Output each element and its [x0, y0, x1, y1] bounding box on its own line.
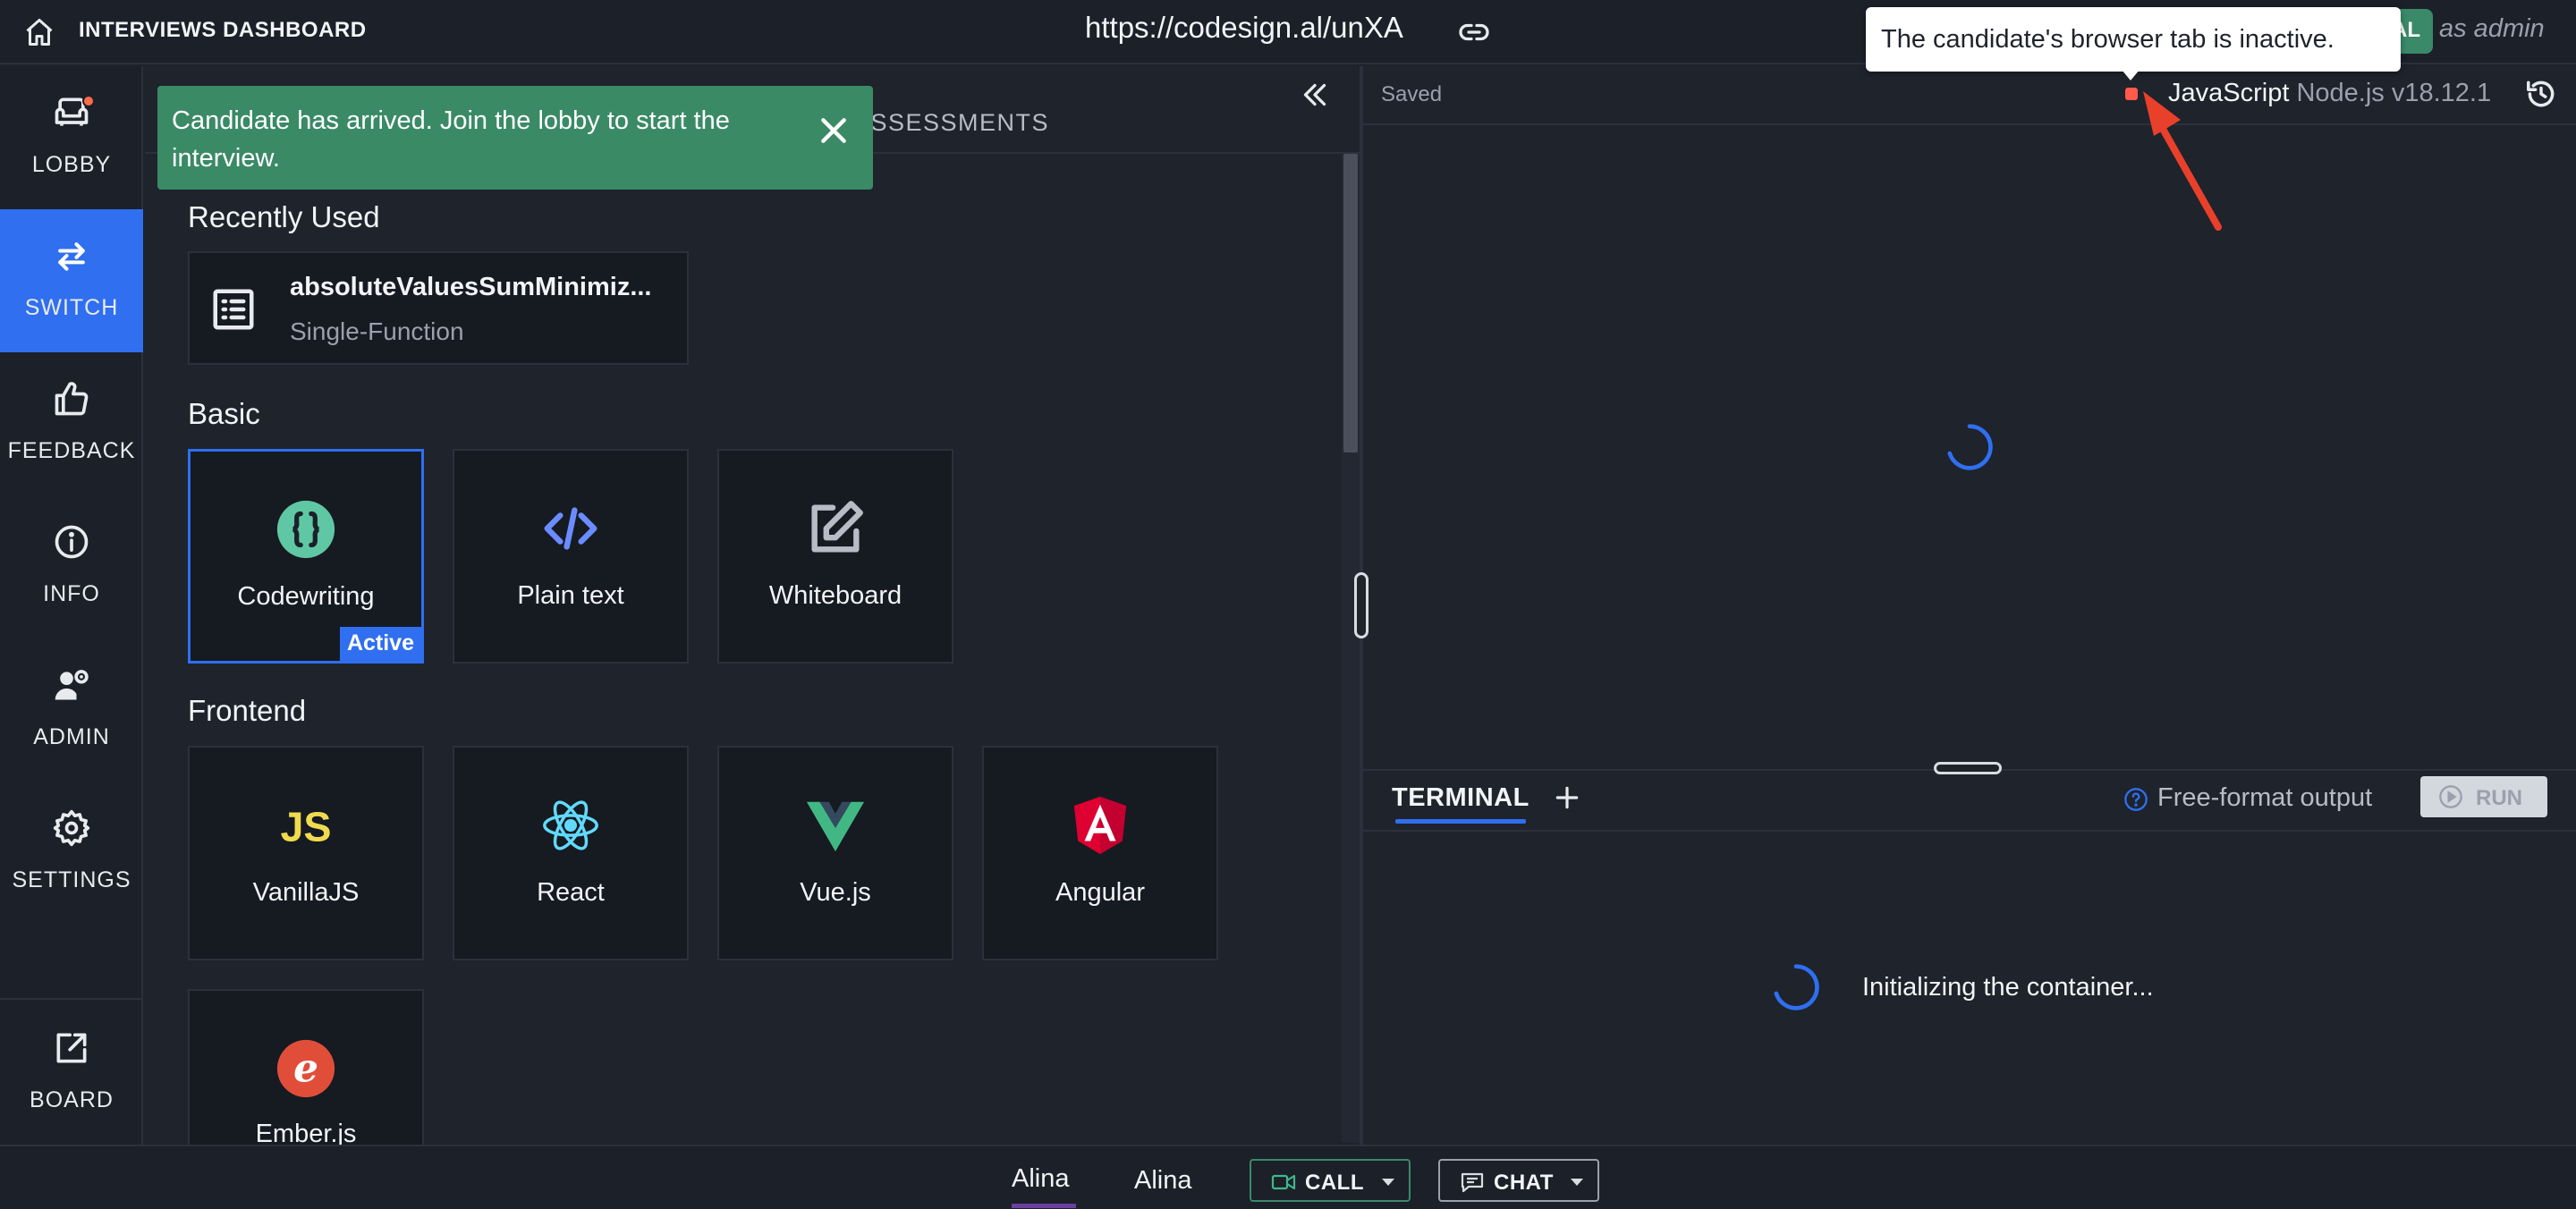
card-label: Codewriting [237, 582, 375, 611]
rail-divider [0, 998, 143, 1000]
gear-icon [53, 809, 90, 847]
braces-icon [276, 500, 335, 559]
collapse-panel-icon[interactable] [1299, 79, 1331, 111]
active-tab-indicator [1395, 819, 1526, 824]
participant-name[interactable]: Alina [1134, 1166, 1192, 1196]
card-angular[interactable]: Angular [982, 746, 1218, 960]
loading-spinner-icon [1774, 964, 1819, 1010]
document-list-icon [213, 289, 254, 330]
rail-label: LOBBY [31, 152, 112, 177]
rail-item-board[interactable]: BOARD [0, 1002, 143, 1145]
recent-item-card[interactable]: absoluteValuesSumMinimiz... Single-Funct… [188, 251, 689, 365]
tab-assessments[interactable]: ASSESSMENTS [853, 109, 1049, 137]
card-emberjs[interactable]: e Ember.js [188, 989, 424, 1148]
vue-logo-icon [806, 801, 865, 852]
card-plain-text[interactable]: Plain text [453, 449, 689, 664]
card-label: React [537, 878, 605, 907]
chevron-down-icon[interactable] [1382, 1179, 1394, 1186]
call-label: CALL [1305, 1171, 1364, 1195]
tab-terminal[interactable]: TERMINAL [1392, 783, 1530, 813]
home-icon[interactable] [23, 16, 55, 48]
participant-name[interactable]: Alina [1012, 1164, 1070, 1194]
left-rail: LOBBY SWITCH FEEDBACK INFO ADMIN SETTING… [0, 66, 143, 1145]
run-button[interactable]: RUN [2420, 776, 2547, 817]
rail-label: SETTINGS [12, 867, 131, 892]
rail-item-feedback[interactable]: FEEDBACK [0, 352, 143, 495]
external-link-icon [56, 1033, 87, 1063]
terminal-header [1363, 769, 2576, 832]
chat-bubble-icon [1461, 1172, 1484, 1193]
card-whiteboard[interactable]: Whiteboard [717, 449, 953, 664]
info-icon [55, 525, 89, 559]
candidate-arrived-toast: Candidate has arrived. Join the lobby to… [157, 86, 873, 190]
rail-item-info[interactable]: INFO [0, 495, 143, 638]
close-icon[interactable] [816, 113, 852, 148]
rail-label: FEEDBACK [7, 438, 136, 463]
horizontal-resize-handle[interactable] [1934, 762, 2002, 774]
js-logo-icon: JS [280, 804, 331, 850]
vertical-resize-handle[interactable] [1354, 572, 1368, 638]
rail-label: INFO [43, 581, 100, 606]
card-vuejs[interactable]: Vue.js [717, 746, 953, 960]
rail-label: ADMIN [33, 724, 110, 749]
section-frontend: Frontend [188, 694, 307, 727]
edit-icon [811, 501, 863, 553]
red-arrow-annotation [2143, 91, 2222, 231]
card-react[interactable]: React [453, 746, 689, 960]
card-label: Vue.js [800, 878, 871, 907]
dashboard-title[interactable]: INTERVIEWS DASHBOARD [79, 18, 367, 43]
play-icon [2439, 785, 2462, 808]
help-icon[interactable] [2123, 787, 2148, 812]
angular-logo-icon [1073, 796, 1127, 855]
card-label: VanillaJS [252, 878, 360, 907]
card-codewriting[interactable]: Codewriting Active [188, 449, 424, 664]
react-logo-icon [543, 800, 598, 850]
svg-text:e: e [293, 1046, 318, 1092]
tooltip-tail [2122, 70, 2140, 80]
notification-dot [82, 95, 95, 107]
run-label: RUN [2476, 786, 2522, 810]
call-button[interactable]: CALL [1250, 1159, 1411, 1202]
chevron-down-icon[interactable] [1571, 1179, 1583, 1186]
history-icon[interactable] [2524, 77, 2558, 111]
rail-label: SWITCH [24, 295, 119, 320]
add-tab-icon[interactable] [1553, 783, 1581, 812]
rail-item-admin[interactable]: ADMIN [0, 638, 143, 782]
output-mode-label[interactable]: Free-format output [2157, 783, 2372, 813]
video-camera-icon [1271, 1174, 1296, 1190]
ember-logo-icon: e [276, 1039, 335, 1098]
card-label: Plain text [517, 581, 624, 610]
participant-indicator [1012, 1204, 1076, 1208]
user-gear-icon [55, 670, 89, 700]
panel-scrollbar-thumb[interactable] [1343, 154, 1358, 452]
card-label: Whiteboard [768, 581, 902, 610]
save-status: Saved [1381, 82, 1443, 106]
runtime-version: Node.js v18.12.1 [2296, 79, 2492, 107]
section-basic: Basic [188, 397, 260, 430]
active-badge: Active [339, 627, 421, 661]
inactive-tab-tooltip: The candidate's browser tab is inactive. [1866, 7, 2401, 72]
copy-link-icon[interactable] [1458, 16, 1490, 48]
section-recently-used: Recently Used [188, 200, 380, 233]
card-vanillajs[interactable]: JS VanillaJS [188, 746, 424, 960]
svg-text:JS: JS [280, 804, 331, 850]
code-tag-icon [544, 507, 597, 550]
recent-item-type: Single-Function [290, 317, 464, 345]
switch-arrows-icon [58, 242, 85, 271]
card-label: Angular [1055, 878, 1145, 907]
rail-item-lobby[interactable]: LOBBY [0, 66, 143, 209]
session-url[interactable]: https://codesign.al/unXA [1085, 11, 1403, 45]
rail-item-switch[interactable]: SWITCH [0, 209, 143, 352]
thumbs-up-icon [55, 382, 89, 416]
loading-spinner-icon [1947, 424, 1993, 470]
chat-label: CHAT [1494, 1171, 1554, 1195]
toast-message: Candidate has arrived. Join the lobby to… [172, 106, 730, 173]
rail-item-settings[interactable]: SETTINGS [0, 782, 143, 925]
container-status: Initializing the container... [1862, 973, 2154, 1002]
rail-label: BOARD [30, 1087, 114, 1112]
chat-button[interactable]: CHAT [1438, 1159, 1599, 1202]
role-label: as admin [2439, 14, 2545, 43]
recent-item-name: absoluteValuesSumMinimiz... [290, 273, 652, 301]
